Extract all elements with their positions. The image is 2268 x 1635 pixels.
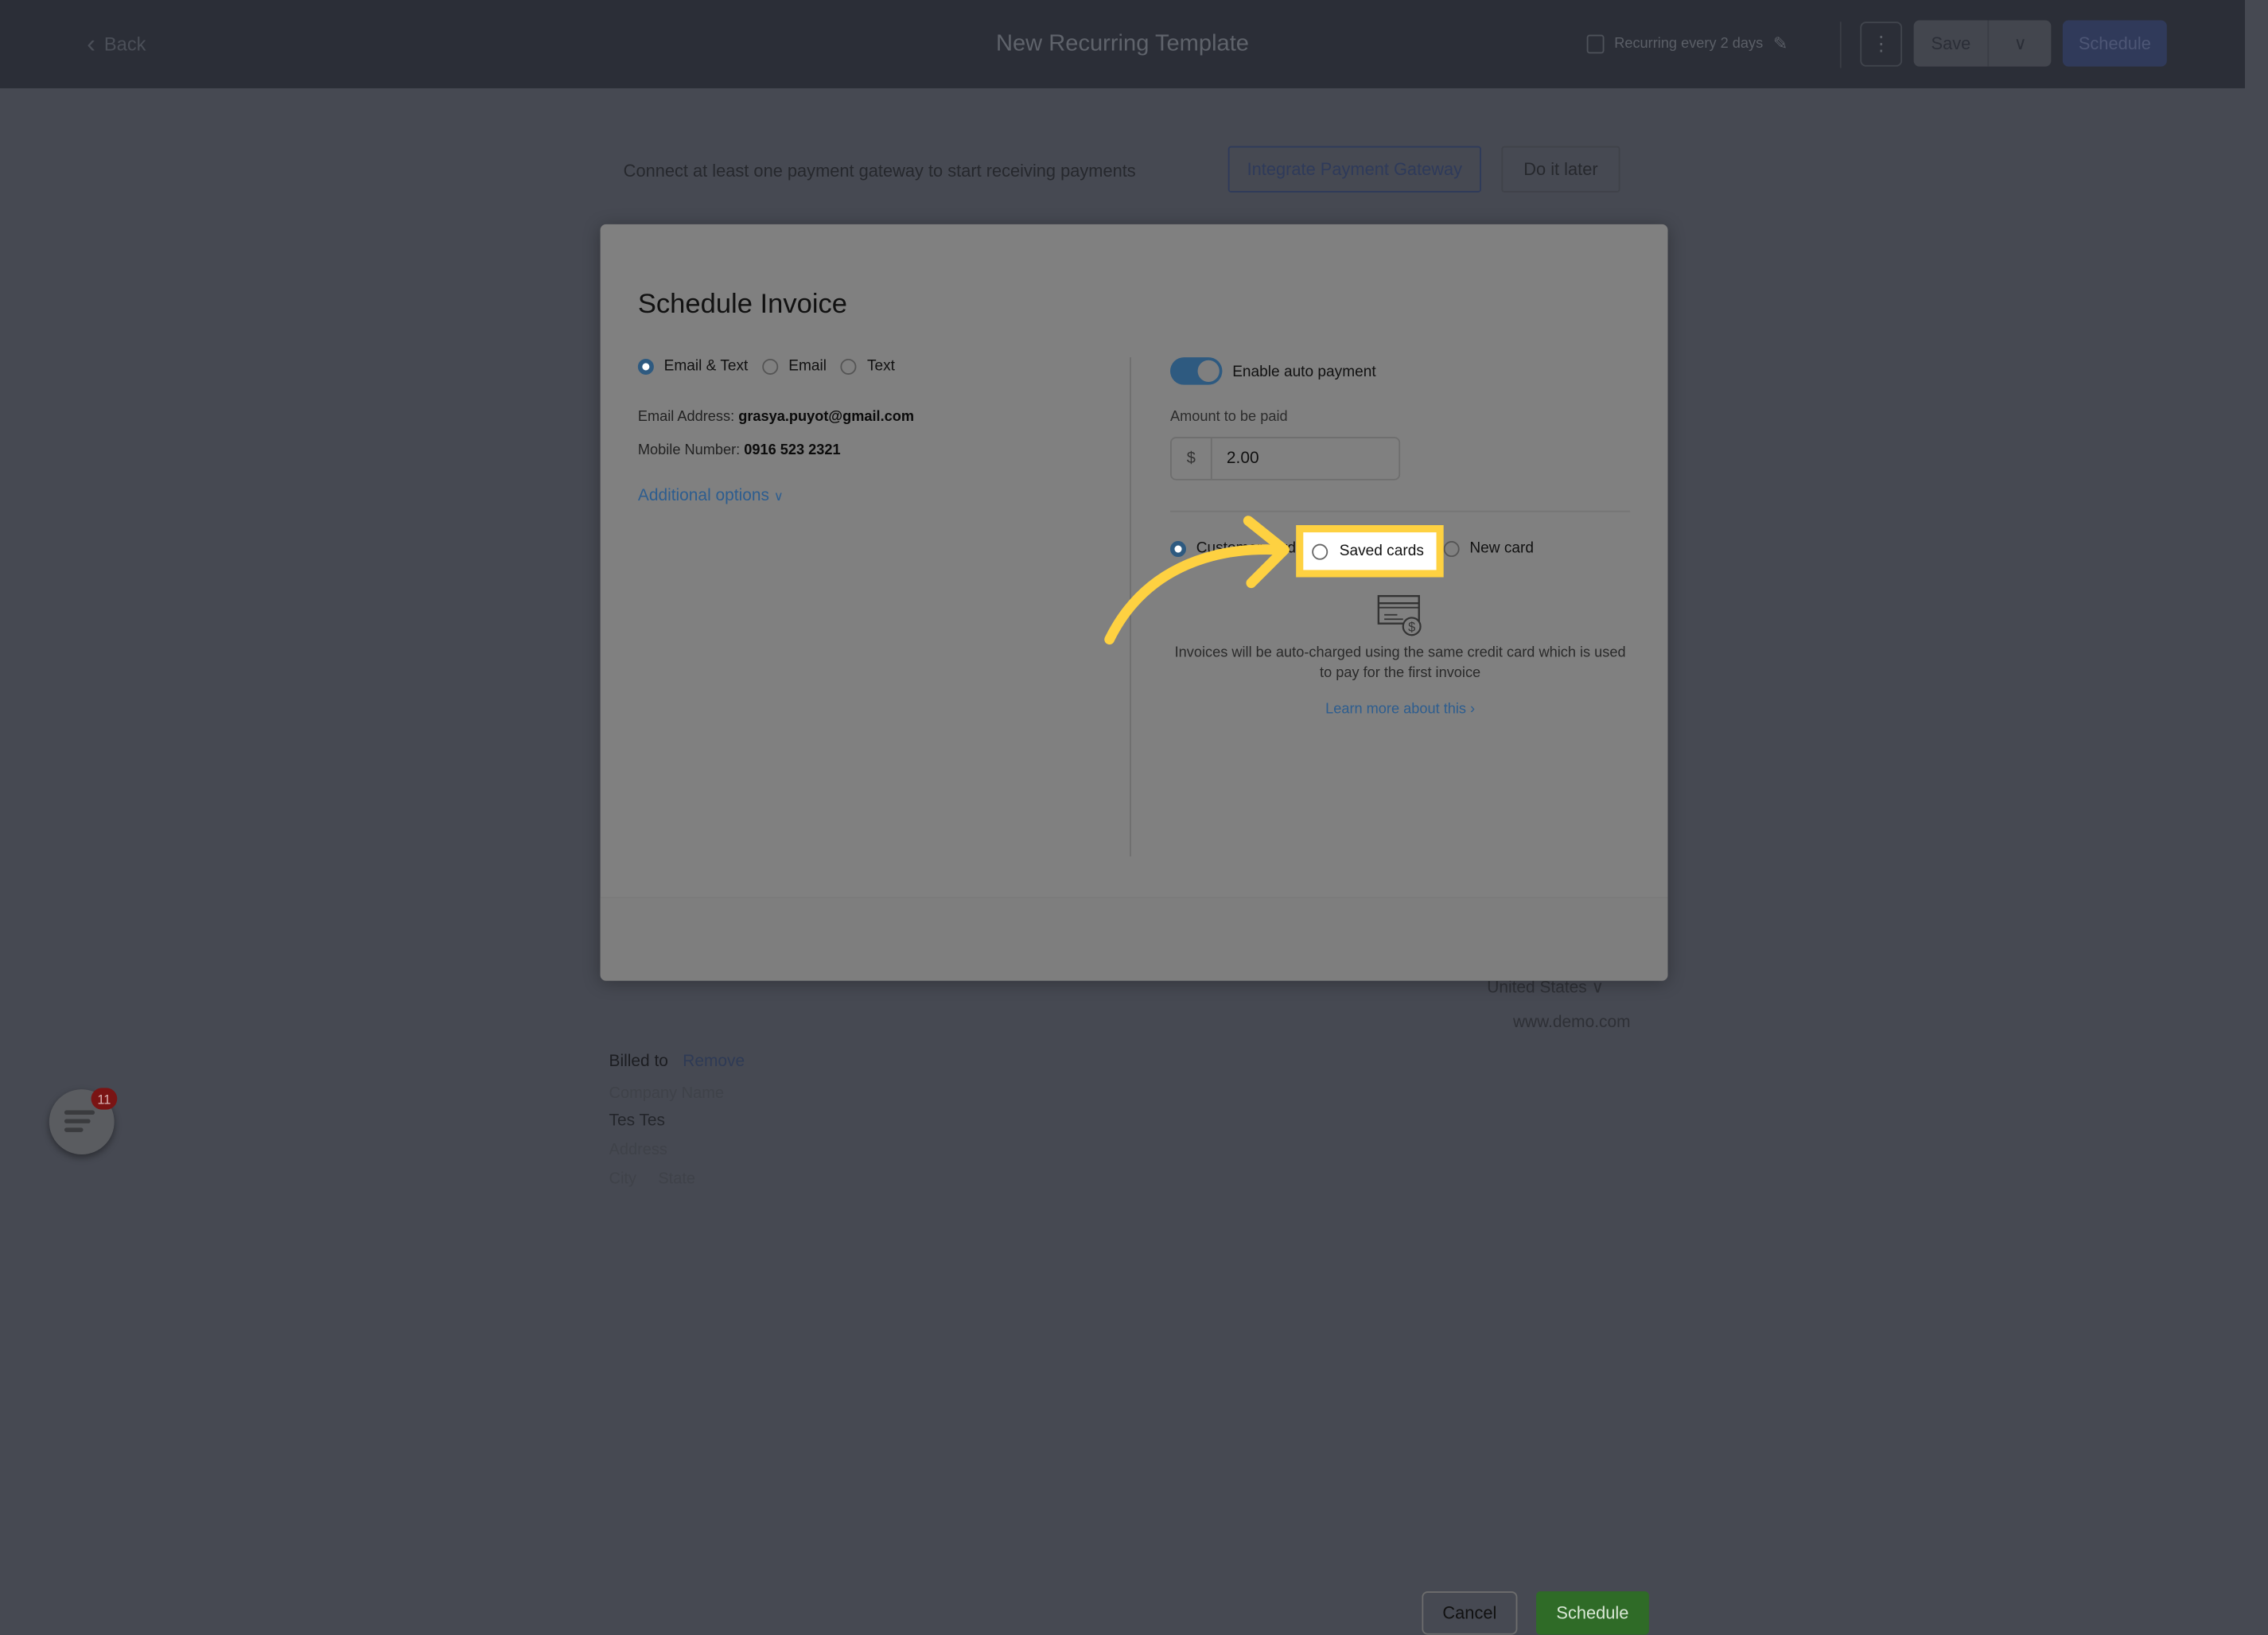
modal-footer: Cancel Schedule xyxy=(600,897,1668,1635)
country-value: United States xyxy=(1487,979,1587,997)
save-button-group: Save ∨ xyxy=(1913,20,2052,67)
email-address: Email Address: grasya.puyot@gmail.com xyxy=(638,410,914,426)
delivery-text-radio[interactable]: Text xyxy=(841,357,895,375)
auto-payment-label: Enable auto payment xyxy=(1232,363,1376,381)
address-field[interactable]: Address xyxy=(609,1142,667,1159)
option-label: Email & Text xyxy=(663,357,749,375)
company-name-field[interactable]: Company Name xyxy=(609,1085,725,1103)
radio xyxy=(1312,543,1329,559)
delivery-email-text-radio[interactable]: Email & Text xyxy=(637,357,749,375)
integrate-gateway-button[interactable]: Integrate Payment Gateway xyxy=(1227,146,1481,193)
amount-input[interactable]: $ 2.00 xyxy=(1170,437,1401,481)
auto-payment-toggle[interactable] xyxy=(1170,357,1223,385)
website-text: www.demo.com xyxy=(1512,1014,1631,1032)
delivery-email-radio[interactable]: Email xyxy=(762,357,827,375)
option-label: Text xyxy=(866,357,895,375)
option-label: New card xyxy=(1469,539,1535,558)
delivery-options: Email & Text Email Text xyxy=(637,357,895,375)
additional-options-toggle[interactable]: Additional options ∨ xyxy=(638,488,784,505)
mobile-number: Mobile Number: 0916 523 2321 xyxy=(638,442,841,458)
amount-label: Amount to be paid xyxy=(1170,409,1288,426)
page-title: New Recurring Template xyxy=(995,32,1249,56)
remove-link[interactable]: Remove xyxy=(683,1053,745,1071)
mobile-value: 0916 523 2321 xyxy=(744,442,841,459)
top-bar: ‹ Back New Recurring Template Recurring … xyxy=(0,0,2246,88)
chevron-down-icon: ∨ xyxy=(2013,33,2027,54)
state-field[interactable]: State xyxy=(658,1170,695,1188)
radio-selected xyxy=(637,358,654,375)
saved-cards-highlight: Saved cards xyxy=(1296,525,1444,578)
option-label: Saved cards xyxy=(1339,542,1424,560)
email-label: Email Address: xyxy=(637,409,735,426)
additional-options-label: Additional options xyxy=(637,487,769,505)
saved-cards-radio[interactable]: Saved cards xyxy=(1303,532,1437,570)
recurrence-setting[interactable]: Recurring every 2 days ✎ xyxy=(1586,33,1788,53)
learn-more-link[interactable]: Learn more about this › xyxy=(1172,702,1629,718)
credit-card-recurring-icon: $ xyxy=(1377,594,1426,645)
divider xyxy=(1839,21,1842,68)
new-card-radio[interactable]: New card xyxy=(1443,539,1535,558)
gateway-banner-text: Connect at least one payment gateway to … xyxy=(623,160,1136,181)
currency-symbol: $ xyxy=(1172,438,1212,479)
radio xyxy=(1443,540,1460,557)
schedule-button-header[interactable]: Schedule xyxy=(2062,20,2167,67)
learn-more-label: Learn more about this xyxy=(1325,701,1466,718)
more-options-button[interactable]: ⋮ xyxy=(1860,21,1903,67)
amount-value: 2.00 xyxy=(1226,450,1259,468)
mobile-label: Mobile Number: xyxy=(637,442,741,459)
city-field[interactable]: City xyxy=(609,1170,636,1188)
svg-text:$: $ xyxy=(1408,621,1415,635)
schedule-button[interactable]: Schedule xyxy=(1536,1591,1649,1635)
radio xyxy=(762,358,779,375)
annotation-arrow-icon xyxy=(1104,516,1290,645)
cancel-button[interactable]: Cancel xyxy=(1422,1591,1518,1635)
option-label: Email xyxy=(788,357,827,375)
billed-to-label: Billed to xyxy=(609,1053,668,1071)
modal-title: Schedule Invoice xyxy=(637,289,848,320)
recurrence-label: Recurring every 2 days xyxy=(1614,35,1764,52)
client-name: Tes Tes xyxy=(609,1112,666,1131)
notification-badge: 11 xyxy=(91,1088,118,1110)
radio xyxy=(841,358,858,375)
email-value: grasya.puyot@gmail.com xyxy=(738,409,915,426)
pencil-icon[interactable]: ✎ xyxy=(1773,33,1788,53)
kebab-icon: ⋮ xyxy=(1870,32,1892,56)
chevron-right-icon: › xyxy=(1470,701,1476,718)
calendar-icon xyxy=(1586,33,1605,53)
save-button[interactable]: Save xyxy=(1914,20,1989,66)
chevron-down-icon: ∨ xyxy=(773,489,784,504)
chevron-down-icon: ∨ xyxy=(1591,979,1604,997)
do-it-later-button[interactable]: Do it later xyxy=(1501,146,1620,193)
save-dropdown-button[interactable]: ∨ xyxy=(1988,20,2051,67)
